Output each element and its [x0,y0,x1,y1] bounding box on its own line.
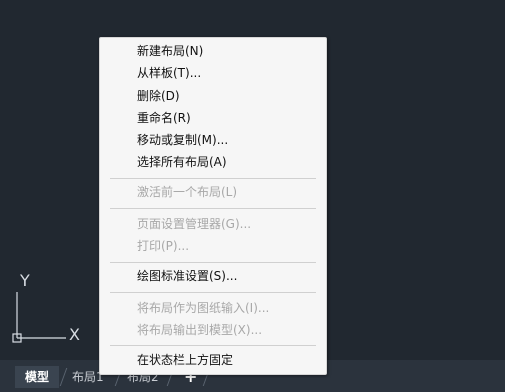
menu-item-from-template[interactable]: 从样板(T)... [137,65,201,81]
menu-item-new-layout[interactable]: 新建布局(N) [137,43,203,59]
ucs-x-label: X [69,325,80,344]
menu-separator [110,292,316,293]
drawing-canvas[interactable]: Y X 模型 布局1 布局2 + 新建布局(N) 从样板(T)... 删除(D)… [0,0,505,392]
menu-item-drafting-standards[interactable]: 绘图标准设置(S)... [137,268,237,284]
tab-model[interactable]: 模型 [15,366,60,388]
menu-item-import-layout-as-sheet: 将布局作为图纸输入(I)... [137,301,270,315]
menu-item-print: 打印(P)... [137,239,190,253]
layout-context-menu: 新建布局(N) 从样板(T)... 删除(D) 重命名(R) 移动或复制(M).… [99,37,327,375]
menu-item-move-or-copy[interactable]: 移动或复制(M)... [137,132,228,148]
menu-item-rename[interactable]: 重命名(R) [137,110,191,126]
menu-item-page-setup-manager: 页面设置管理器(G)... [137,217,252,231]
menu-item-export-layout-to-model: 将布局输出到模型(X)... [137,323,263,337]
menu-item-activate-previous-layout: 激活前一个布局(L) [137,185,238,199]
menu-item-select-all-layouts[interactable]: 选择所有布局(A) [137,154,227,170]
menu-separator [110,262,316,263]
ucs-y-label: Y [19,272,30,290]
menu-separator [110,208,316,209]
menu-item-delete[interactable]: 删除(D) [137,88,180,104]
ucs-icon: Y X [12,272,80,344]
menu-separator [110,178,316,179]
menu-separator [110,345,316,346]
menu-item-pin-above-statusbar[interactable]: 在状态栏上方固定 [137,352,233,368]
